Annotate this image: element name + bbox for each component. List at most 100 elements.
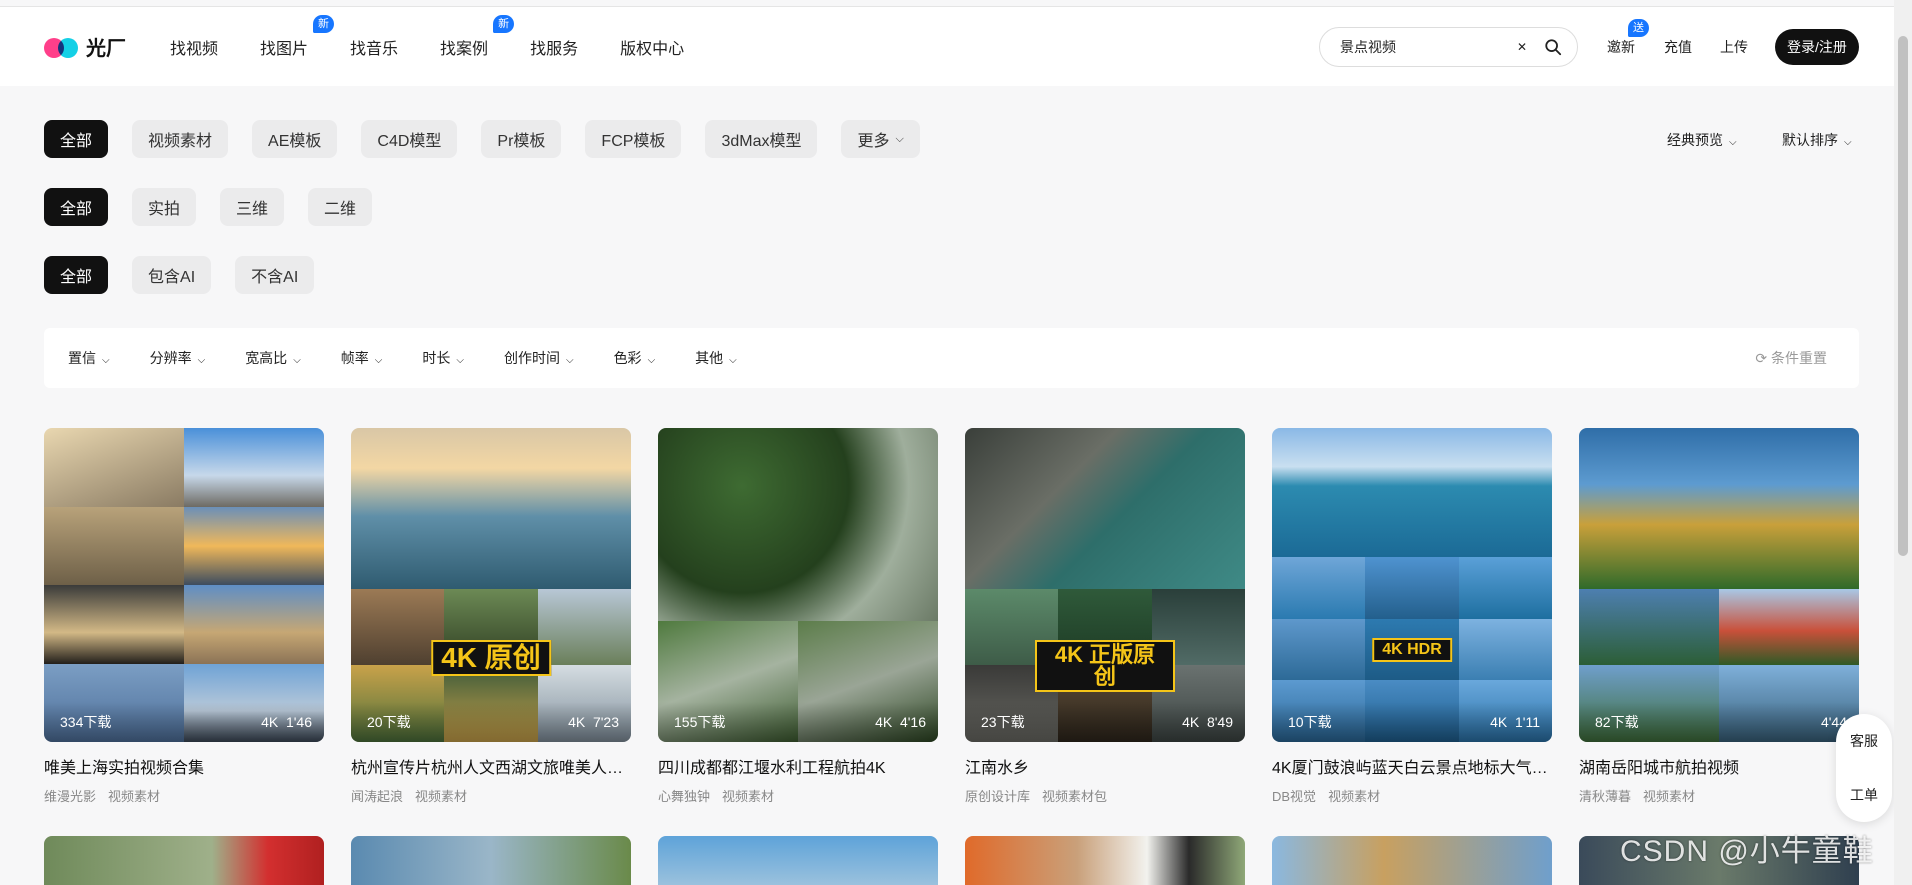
preview-mode-dropdown[interactable]: 经典预览 ⌵ — [1667, 130, 1737, 150]
download-count: 82下载 — [1595, 714, 1639, 730]
nav-find-image[interactable]: 找图片新 — [260, 14, 335, 59]
card-author[interactable]: 清秋薄暮 — [1579, 789, 1631, 804]
ai-filter-row: 全部 包含AI 不含AI — [44, 256, 338, 294]
video-thumbnail[interactable]: 4K 原创 20下载 4K 7'23 — [351, 428, 631, 742]
style-pill-live[interactable]: 实拍 — [132, 188, 197, 226]
thumbnail-overlay: 334下载 4K 1'46 — [44, 702, 324, 742]
reset-filters-button[interactable]: ⟳ 条件重置 — [1755, 348, 1827, 368]
type-pill-video[interactable]: 视频素材 — [132, 120, 229, 158]
video-thumbnail-partial[interactable] — [658, 836, 938, 885]
nav-find-case[interactable]: 找案例新 — [440, 14, 515, 59]
type-pill-more[interactable]: 更多 ⌵ — [841, 120, 920, 158]
sort-dropdown[interactable]: 默认排序 ⌵ — [1782, 130, 1852, 150]
site-logo[interactable]: 光厂 — [44, 32, 126, 61]
video-thumbnail-partial[interactable] — [44, 836, 324, 885]
ai-pill-all[interactable]: 全部 — [44, 256, 109, 294]
card-title[interactable]: 湖南岳阳城市航拍视频 — [1579, 754, 1859, 778]
chevron-down-icon: ⌵ — [647, 355, 656, 366]
type-pill-c4d[interactable]: C4D模型 — [361, 120, 458, 158]
download-count: 10下载 — [1288, 714, 1332, 730]
card-category[interactable]: 视频素材包 — [1042, 789, 1107, 804]
card-title[interactable]: 四川成都都江堰水利工程航拍4K — [658, 754, 938, 778]
card-author[interactable]: 维漫光影 — [44, 789, 96, 804]
ai-pill-exclude[interactable]: 不含AI — [235, 256, 315, 294]
resolution-tag: 4K — [1182, 714, 1200, 730]
type-pill-pr[interactable]: Pr模板 — [481, 120, 562, 158]
card-author[interactable]: 原创设计库 — [965, 789, 1030, 804]
more-label: 更多 — [857, 133, 890, 150]
invite-badge: 送 — [1628, 19, 1649, 37]
chevron-down-icon: ⌵ — [293, 355, 301, 366]
thumbnail-overlay: 10下载 4K 1'11 — [1272, 702, 1552, 742]
ai-pill-include[interactable]: 包含AI — [132, 256, 212, 294]
style-pill-3d[interactable]: 三维 — [220, 188, 285, 226]
video-thumbnail-partial[interactable] — [351, 836, 631, 885]
card-title[interactable]: 4K厦门鼓浪屿蓝天白云景点地标大气… — [1272, 754, 1552, 778]
nav-copyright-center[interactable]: 版权中心 — [620, 35, 684, 59]
filter-resolution[interactable]: 分辨率 ⌵ — [150, 348, 206, 368]
nav-find-service[interactable]: 找服务 — [530, 35, 578, 59]
recharge-link[interactable]: 充值 — [1664, 37, 1692, 57]
video-thumbnail[interactable]: 155下载 4K 4'16 — [658, 428, 938, 742]
page-scrollbar[interactable] — [1894, 0, 1912, 885]
filter-confidence[interactable]: 置信 ⌵ — [68, 348, 110, 368]
card-category[interactable]: 视频素材 — [1643, 789, 1695, 804]
customer-service-button[interactable]: 客服 — [1850, 731, 1878, 751]
card-category[interactable]: 视频素材 — [415, 789, 467, 804]
filter-color[interactable]: 色彩 ⌵ — [614, 348, 656, 368]
style-pill-2d[interactable]: 二维 — [308, 188, 373, 226]
login-register-button[interactable]: 登录/注册 — [1775, 29, 1859, 65]
clear-icon[interactable]: ✕ — [1514, 39, 1530, 55]
filter-label: 创作时间 — [503, 350, 560, 366]
card-author[interactable]: DB视觉 — [1272, 789, 1316, 804]
video-card[interactable]: 334下载 4K 1'46 唯美上海实拍视频合集 维漫光影 视频素材 — [44, 428, 324, 805]
card-category[interactable]: 视频素材 — [1328, 789, 1380, 804]
ticket-button[interactable]: 工单 — [1850, 785, 1878, 805]
chevron-down-icon: ⌵ — [374, 355, 383, 366]
chevron-down-icon: ⌵ — [1844, 137, 1852, 148]
filter-aspect-ratio[interactable]: 宽高比 ⌵ — [245, 348, 301, 368]
video-thumbnail-partial[interactable] — [1272, 836, 1552, 885]
nav-find-video[interactable]: 找视频 — [170, 35, 218, 59]
card-title[interactable]: 江南水乡 — [965, 754, 1245, 778]
top-header: 光厂 找视频 找图片新 找音乐 找案例新 找服务 版权中心 ✕ 邀新 送 充值 … — [0, 6, 1894, 86]
video-card[interactable]: 4K HDR 10下载 4K 1'11 4K厦门鼓浪屿蓝天白云景点地标大气… DB… — [1272, 428, 1552, 805]
card-title[interactable]: 杭州宣传片杭州人文西湖文旅唯美人… — [351, 754, 631, 778]
thumbnail-overlay: 155下载 4K 4'16 — [658, 702, 938, 742]
invite-link[interactable]: 邀新 送 — [1607, 19, 1649, 57]
attribute-filter-bar: 置信 ⌵ 分辨率 ⌵ 宽高比 ⌵ 帧率 ⌵ 时长 ⌵ 创作时间 ⌵ 色彩 ⌵ 其他 ⌵ ⟳ 条件… — [44, 328, 1859, 388]
video-thumbnail[interactable]: 4K HDR 10下载 4K 1'11 — [1272, 428, 1552, 742]
filter-label: 时长 — [422, 350, 451, 366]
type-pill-fcp[interactable]: FCP模板 — [585, 120, 682, 158]
nav-find-music[interactable]: 找音乐 — [350, 35, 398, 59]
type-pill-3dmax[interactable]: 3dMax模型 — [705, 120, 818, 158]
video-card[interactable]: 4K 原创 20下载 4K 7'23 杭州宣传片杭州人文西湖文旅唯美人… 闻涛起浪… — [351, 428, 631, 805]
video-thumbnail[interactable]: 334下载 4K 1'46 — [44, 428, 324, 742]
duration: 4'16 — [899, 714, 926, 730]
video-thumbnail[interactable]: 82下载 4'44 — [1579, 428, 1859, 742]
card-author[interactable]: 心舞独钟 — [658, 789, 710, 804]
style-pill-all[interactable]: 全部 — [44, 188, 109, 226]
video-thumbnail[interactable]: 4K 正版原创 23下载 4K 8'49 — [965, 428, 1245, 742]
type-pill-all[interactable]: 全部 — [44, 120, 109, 158]
video-thumbnail-partial[interactable] — [965, 836, 1245, 885]
video-card[interactable]: 4K 正版原创 23下载 4K 8'49 江南水乡 原创设计库 视频素材包 — [965, 428, 1245, 805]
search-input[interactable] — [1340, 39, 1510, 55]
filter-other[interactable]: 其他 ⌵ — [695, 348, 737, 368]
card-category[interactable]: 视频素材 — [722, 789, 774, 804]
filter-label: 宽高比 — [245, 350, 288, 366]
filter-duration[interactable]: 时长 ⌵ — [422, 348, 464, 368]
duration: 1'11 — [1515, 714, 1540, 730]
upload-link[interactable]: 上传 — [1720, 37, 1748, 57]
scrollbar-thumb[interactable] — [1898, 36, 1908, 556]
search-icon[interactable] — [1544, 38, 1562, 56]
type-pill-ae[interactable]: AE模板 — [252, 120, 338, 158]
video-card[interactable]: 155下载 4K 4'16 四川成都都江堰水利工程航拍4K 心舞独钟 视频素材 — [658, 428, 938, 805]
search-box: ✕ — [1319, 27, 1578, 67]
card-category[interactable]: 视频素材 — [108, 789, 160, 804]
filter-frame-rate[interactable]: 帧率 ⌵ — [341, 348, 383, 368]
card-title[interactable]: 唯美上海实拍视频合集 — [44, 754, 324, 778]
video-card[interactable]: 82下载 4'44 湖南岳阳城市航拍视频 清秋薄暮 视频素材 — [1579, 428, 1859, 805]
card-author[interactable]: 闻涛起浪 — [351, 789, 403, 804]
filter-created-time[interactable]: 创作时间 ⌵ — [504, 348, 574, 368]
